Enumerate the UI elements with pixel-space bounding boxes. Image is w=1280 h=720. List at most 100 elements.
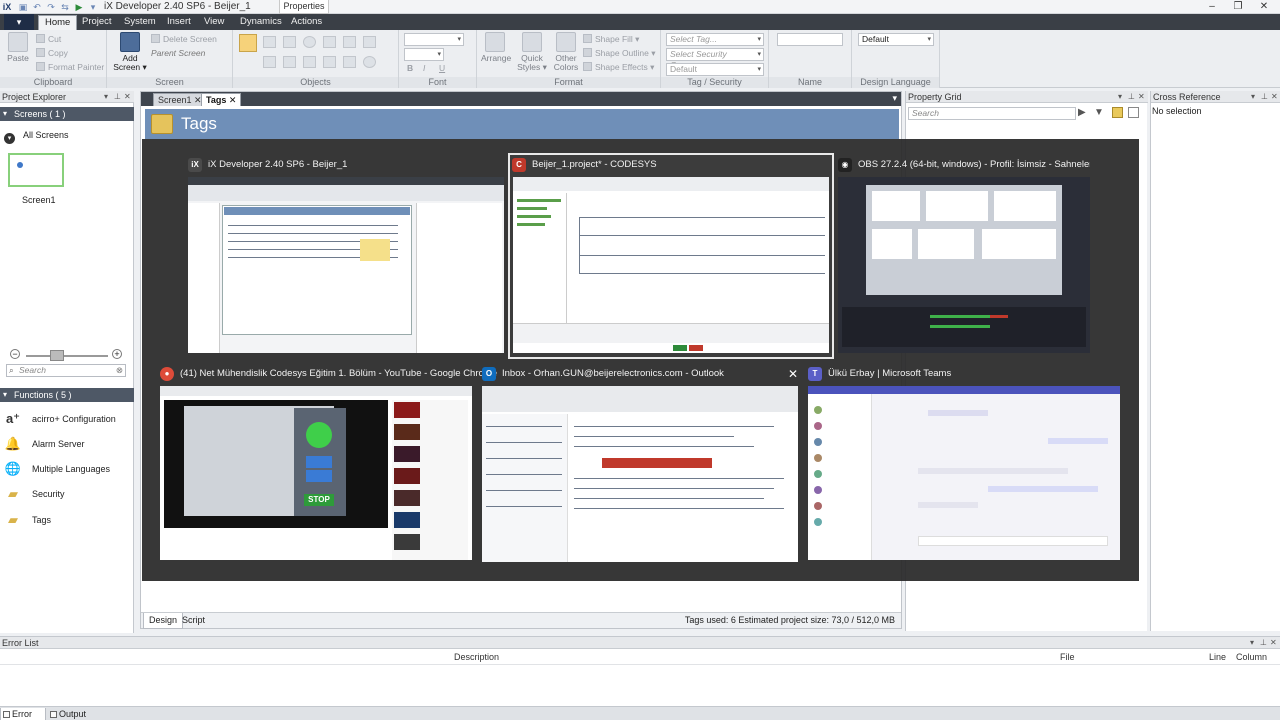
tab-tags[interactable]: Tags ✕ bbox=[201, 93, 242, 106]
rectangle-tool-icon[interactable] bbox=[283, 36, 296, 48]
output-tab[interactable]: Output bbox=[48, 708, 86, 720]
switcher-window-chrome[interactable]: ● (41) Net Mühendislik Codesys Eğitim 1.… bbox=[158, 364, 497, 564]
zoom-thumb[interactable] bbox=[50, 350, 64, 361]
picture-tool-icon[interactable] bbox=[283, 56, 296, 68]
pin-icon[interactable]: ⊥ bbox=[1261, 91, 1268, 103]
run-icon[interactable]: ▶ bbox=[74, 2, 84, 12]
close-icon[interactable]: ✕ bbox=[229, 95, 237, 105]
clear-search-icon[interactable]: ⊗ bbox=[116, 365, 123, 376]
font-family-combo[interactable]: ▾ bbox=[404, 33, 464, 46]
close-icon[interactable]: ✕ bbox=[1270, 637, 1277, 649]
parent-screen-combo[interactable]: Parent Screen bbox=[151, 47, 205, 59]
tab-insert[interactable]: Insert bbox=[161, 15, 197, 30]
ellipse-tool-icon[interactable] bbox=[303, 36, 316, 48]
panel-dropdown-icon[interactable]: ▾ bbox=[104, 91, 108, 103]
other-colors-button[interactable]: Other Colors bbox=[551, 32, 581, 72]
panel-dropdown-icon[interactable]: ▾ bbox=[1251, 91, 1255, 103]
pin-icon[interactable]: ⊥ bbox=[114, 91, 121, 103]
panel-dropdown-icon[interactable]: ▾ bbox=[1118, 91, 1122, 103]
underline-button[interactable]: U bbox=[439, 62, 445, 74]
screens-section-header[interactable]: ▾ Screens ( 1 ) bbox=[0, 107, 134, 121]
quick-styles-button[interactable]: Quick Styles ▾ bbox=[515, 32, 549, 72]
shape-outline-button[interactable]: Shape Outline ▾ bbox=[583, 47, 656, 59]
tab-home[interactable]: Home bbox=[38, 15, 78, 30]
maximize-button[interactable]: ❐ bbox=[1226, 0, 1250, 14]
application-menu-button[interactable]: ▾ bbox=[4, 14, 34, 30]
minimize-button[interactable]: – bbox=[1200, 0, 1224, 14]
undo-icon[interactable]: ↶ bbox=[32, 2, 42, 12]
redo-icon[interactable]: ↷ bbox=[46, 2, 56, 12]
screen-search-input[interactable]: ⌕ Search ⊗ bbox=[6, 364, 126, 377]
font-size-combo[interactable]: ▾ bbox=[404, 48, 444, 61]
arrange-button[interactable]: Arrange bbox=[481, 32, 511, 63]
circular-meter-tool-icon[interactable] bbox=[363, 56, 376, 68]
design-language-combo[interactable]: Default ▾ bbox=[858, 33, 934, 46]
quick-access-dropdown-icon[interactable]: ▾ bbox=[88, 2, 98, 12]
ok-button-tool-icon[interactable] bbox=[363, 36, 376, 48]
tab-dynamics[interactable]: Dynamics bbox=[234, 15, 288, 30]
meter-tool-icon[interactable] bbox=[303, 56, 316, 68]
column-header-file[interactable]: File bbox=[1060, 652, 1075, 662]
text-tool-icon[interactable] bbox=[263, 56, 276, 68]
switcher-window-codesys[interactable]: C Beijer_1.project* - CODESYS bbox=[508, 153, 834, 359]
add-screen-button[interactable]: Add Screen ▾ bbox=[113, 32, 147, 72]
tab-list-dropdown-icon[interactable]: ▾ bbox=[892, 93, 897, 104]
slider-tool-icon[interactable] bbox=[323, 56, 336, 68]
bold-button[interactable]: B bbox=[407, 62, 413, 74]
panel-dropdown-icon[interactable]: ▾ bbox=[1250, 637, 1254, 649]
tab-project[interactable]: Project bbox=[76, 15, 118, 30]
error-list-tab[interactable]: Error List bbox=[0, 708, 46, 720]
all-screens-item[interactable]: ▾ All Screens bbox=[4, 130, 69, 144]
switcher-window-obs[interactable]: ◉ OBS 27.2.4 (64-bit, windows) - Profil:… bbox=[836, 155, 1092, 357]
line-tool-icon[interactable] bbox=[263, 36, 276, 48]
pointer-tool-icon[interactable] bbox=[239, 34, 257, 52]
paste-button[interactable]: Paste bbox=[4, 32, 32, 63]
zoom-out-icon[interactable]: − bbox=[10, 349, 20, 359]
tab-screen1[interactable]: Screen1 ✕ bbox=[153, 93, 207, 106]
delete-screen-button[interactable]: Delete Screen bbox=[151, 33, 217, 45]
save-icon[interactable]: ▣ bbox=[18, 2, 28, 12]
close-window-preview-button[interactable]: ✕ bbox=[788, 364, 798, 384]
close-icon[interactable]: ✕ bbox=[124, 91, 131, 103]
trend-tool-icon[interactable] bbox=[343, 56, 356, 68]
select-security-groups-combo[interactable]: Select Security Groups...▾ bbox=[666, 48, 764, 70]
dropdown-icon[interactable]: ▼ bbox=[1094, 107, 1104, 118]
object-name-field[interactable] bbox=[777, 33, 843, 46]
switcher-window-outlook[interactable]: O Inbox - Orhan.GUN@beijerelectronics.co… bbox=[480, 364, 800, 564]
screen1-thumbnail[interactable] bbox=[8, 153, 64, 187]
tab-actions[interactable]: Actions bbox=[285, 15, 328, 30]
alphabetical-icon[interactable] bbox=[1128, 107, 1139, 118]
format-painter-button[interactable]: Format Painter bbox=[36, 61, 104, 73]
script-tab[interactable]: Script bbox=[177, 613, 210, 628]
tab-system[interactable]: System bbox=[118, 15, 162, 30]
property-grid-header: Property Grid ▾ ⊥ ✕ bbox=[906, 91, 1148, 103]
pin-icon[interactable]: ⊥ bbox=[1128, 91, 1135, 103]
tab-view[interactable]: View bbox=[198, 15, 230, 30]
shape-effects-button[interactable]: Shape Effects ▾ bbox=[583, 61, 654, 73]
italic-button[interactable]: I bbox=[423, 62, 425, 74]
column-header-column[interactable]: Column bbox=[1236, 652, 1267, 662]
context-tab-properties[interactable]: Properties bbox=[279, 0, 329, 14]
copy-button[interactable]: Copy bbox=[36, 47, 68, 59]
button-tool-icon[interactable] bbox=[323, 36, 336, 48]
functions-section-header[interactable]: ▾ Functions ( 5 ) bbox=[0, 388, 134, 402]
select-tag-combo[interactable]: Select Tag... ▾ bbox=[666, 33, 764, 46]
close-icon[interactable]: ✕ bbox=[1271, 91, 1278, 103]
property-search-input[interactable]: Search bbox=[908, 107, 1076, 120]
zoom-in-icon[interactable]: + bbox=[112, 349, 122, 359]
zoom-slider[interactable]: − + bbox=[8, 349, 126, 361]
play-icon[interactable]: ▶ bbox=[1078, 107, 1086, 118]
switcher-window-teams[interactable]: T Ülkü Erbay | Microsoft Teams bbox=[806, 364, 1122, 564]
cut-button[interactable]: Cut bbox=[36, 33, 61, 45]
transfer-icon[interactable]: ⇆ bbox=[60, 2, 70, 12]
close-icon[interactable]: ✕ bbox=[1138, 91, 1145, 103]
default-combo[interactable]: Default ▾ bbox=[666, 63, 764, 76]
pin-icon[interactable]: ⊥ bbox=[1260, 637, 1267, 649]
categorized-icon[interactable] bbox=[1112, 107, 1123, 118]
switcher-window-ix-developer[interactable]: iX iX Developer 2.40 SP6 - Beijer_1 bbox=[186, 155, 506, 357]
close-window-button[interactable]: ✕ bbox=[1252, 0, 1276, 14]
column-header-line[interactable]: Line bbox=[1209, 652, 1226, 662]
analog-numeric-tool-icon[interactable] bbox=[343, 36, 356, 48]
shape-fill-button[interactable]: Shape Fill ▾ bbox=[583, 33, 639, 45]
column-header-description[interactable]: Description bbox=[454, 652, 499, 662]
